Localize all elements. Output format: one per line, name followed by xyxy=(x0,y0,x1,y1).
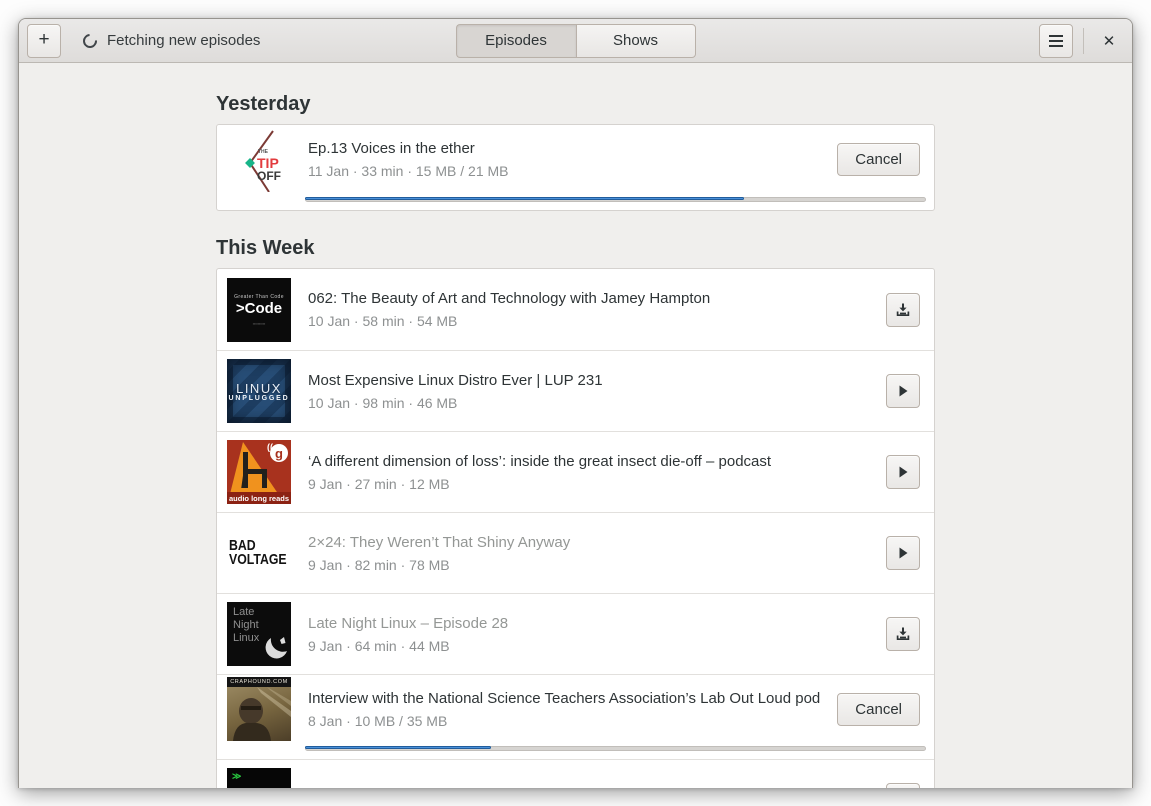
view-switcher: Episodes Shows xyxy=(455,23,696,58)
download-episode-button[interactable] xyxy=(886,617,920,651)
episode-meta: 9 Jan · 27 min · 12 MB xyxy=(308,475,450,492)
episodes-view: Yesterday THE TIP OFF Ep.13 Voices in the … xyxy=(19,63,1132,788)
download-episode-button[interactable] xyxy=(886,783,920,788)
plus-icon: + xyxy=(38,29,50,50)
episode-artwork: THE TIP OFF xyxy=(227,127,291,192)
episode-section: This Week Greater Than Code >Code ▪▪▪▪▪▪▪▪… xyxy=(216,237,935,788)
header-bar: + Fetching new episodes Episodes Shows ✕ xyxy=(19,19,1132,63)
play-icon xyxy=(895,545,911,561)
episode-title: 2×24: They Weren’t That Shiny Anyway xyxy=(308,533,571,551)
episode-title: 062: The Beauty of Art and Technology wi… xyxy=(308,290,711,307)
episode-row: BAD VOLTAGE 2×24: They Weren’t That Shiny… xyxy=(217,512,934,593)
episode-card: Greater Than Code >Code ▪▪▪▪▪▪▪▪▪▪ 062: Th… xyxy=(216,268,935,788)
episode-artwork: LINUX UNPLUGGED xyxy=(227,359,291,423)
episode-meta: 9 Jan · 82 min · 78 MB xyxy=(308,556,450,573)
episode-row: CRAPHOUND.COM Interview with the Nationa… xyxy=(217,674,934,759)
add-podcast-button[interactable]: + xyxy=(27,23,61,58)
episode-meta: 9 Jan · 64 min · 44 MB xyxy=(308,637,450,654)
episode-title: Most Expensive Linux Distro Ever | LUP 2… xyxy=(308,371,603,389)
episode-meta: 8 Jan · 10 MB / 35 MB xyxy=(308,712,448,729)
svg-text:((: (( xyxy=(267,442,273,452)
cancel-download-button[interactable]: Cancel xyxy=(837,143,920,176)
episode-action: Cancel xyxy=(837,692,920,726)
download-episode-button[interactable] xyxy=(886,292,920,327)
play-icon xyxy=(895,464,911,480)
close-icon: ✕ xyxy=(1102,32,1116,50)
episode-artwork: ≫IRL xyxy=(227,768,291,788)
episode-action: Cancel xyxy=(837,143,920,176)
episode-artwork: BAD VOLTAGE xyxy=(227,521,291,585)
episode-action xyxy=(886,783,920,788)
play-episode-button[interactable] xyxy=(886,374,920,408)
episode-row: Greater Than Code >Code ▪▪▪▪▪▪▪▪▪▪ 062: Th… xyxy=(217,269,934,350)
episode-row: LINUX UNPLUGGED Most Expensive Linux Dist… xyxy=(217,350,934,431)
download-progress-fill xyxy=(305,746,491,749)
play-episode-button[interactable] xyxy=(886,455,920,489)
episode-action xyxy=(886,536,920,570)
episode-title: Interview with the National Science Teac… xyxy=(308,689,821,707)
play-episode-button[interactable] xyxy=(886,536,920,570)
spinner-icon xyxy=(80,30,100,51)
close-button[interactable]: ✕ xyxy=(1094,26,1124,56)
download-progressbar xyxy=(305,197,926,202)
episode-action xyxy=(886,374,920,408)
episode-row: Late Night Linux Late Night Linux – Episod… xyxy=(217,593,934,674)
tab-episodes[interactable]: Episodes xyxy=(455,23,576,58)
episode-title: Ep.13 Voices in the ether xyxy=(308,140,475,157)
download-icon xyxy=(895,302,911,318)
download-progress-fill xyxy=(305,197,745,200)
episode-card: THE TIP OFF Ep.13 Voices in the ether 11 J… xyxy=(216,124,935,211)
episode-action xyxy=(886,617,920,651)
episode-meta: 10 Jan · 58 min · 54 MB xyxy=(308,313,458,329)
section-title: This Week xyxy=(216,237,315,259)
episode-artwork: CRAPHOUND.COM xyxy=(227,677,291,741)
download-icon xyxy=(895,626,911,642)
svg-text:audio long reads: audio long reads xyxy=(229,494,289,503)
app-window: + Fetching new episodes Episodes Shows ✕ … xyxy=(18,18,1133,788)
section-title: Yesterday xyxy=(216,93,311,115)
episode-section: Yesterday THE TIP OFF Ep.13 Voices in the … xyxy=(216,93,935,211)
hamburger-icon xyxy=(1049,39,1063,42)
episode-title: Late Night Linux – Episode 28 xyxy=(308,614,509,632)
episode-meta: 10 Jan · 98 min · 46 MB xyxy=(308,394,458,411)
svg-text:OFF: OFF xyxy=(257,169,281,183)
episode-row: g(( audio long reads ‘A different dimensi… xyxy=(217,431,934,512)
episode-row: ≫IRL Bot or Not xyxy=(217,759,934,788)
episode-action xyxy=(886,455,920,489)
cancel-download-button[interactable]: Cancel xyxy=(837,692,920,726)
svg-text:g: g xyxy=(275,446,283,461)
episode-meta: 11 Jan · 33 min · 15 MB / 21 MB xyxy=(308,163,509,179)
episode-artwork: Greater Than Code >Code ▪▪▪▪▪▪▪▪▪▪ xyxy=(227,277,291,342)
episode-action xyxy=(886,292,920,327)
episode-artwork: g(( audio long reads xyxy=(227,440,291,504)
status-text: Fetching new episodes xyxy=(107,32,261,49)
play-icon xyxy=(895,383,911,399)
header-separator xyxy=(1083,27,1084,54)
download-progressbar xyxy=(305,746,926,751)
episode-row: THE TIP OFF Ep.13 Voices in the ether 11 J… xyxy=(217,125,934,210)
menu-button[interactable] xyxy=(1039,23,1073,58)
episode-artwork: Late Night Linux xyxy=(227,602,291,666)
episode-title: ‘A different dimension of loss’: inside … xyxy=(308,452,772,470)
tab-shows[interactable]: Shows xyxy=(575,23,696,58)
